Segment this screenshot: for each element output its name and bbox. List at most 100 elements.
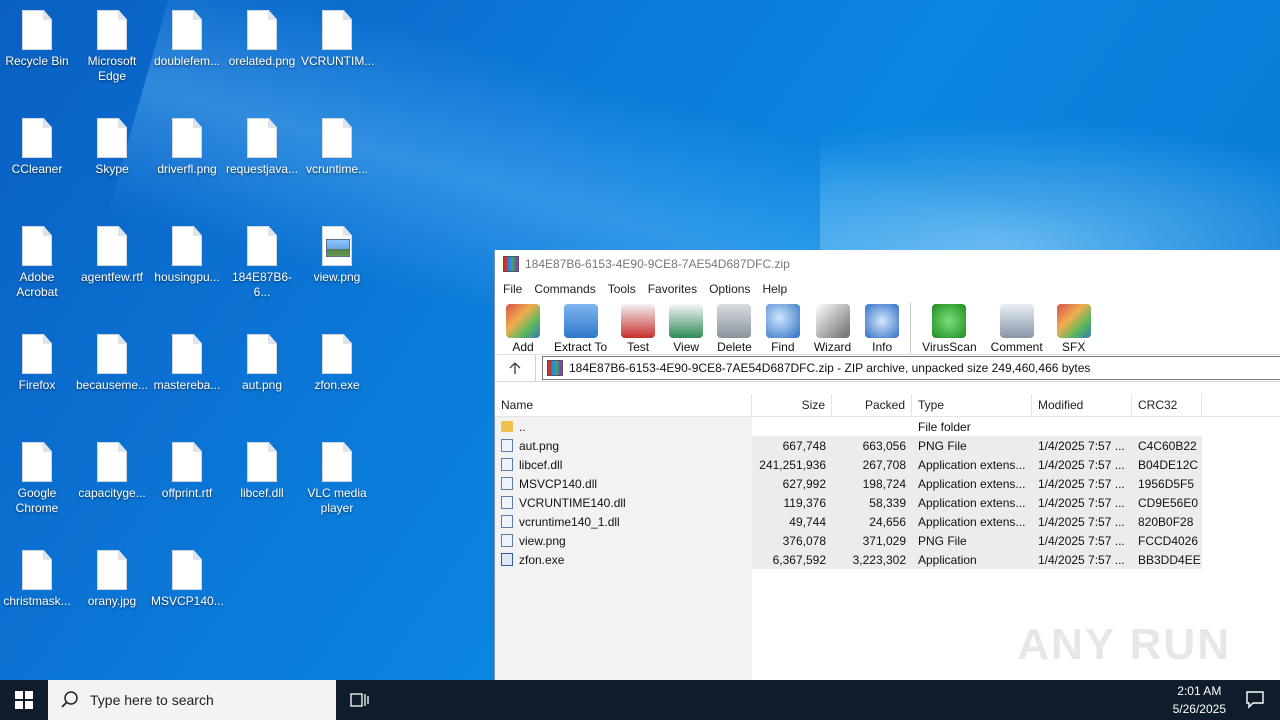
up-folder-button[interactable] [495,355,536,381]
desktop-icon-label: VLC media player [307,486,367,515]
action-center-button[interactable] [1244,688,1268,712]
menu-help[interactable]: Help [756,282,793,296]
test-button[interactable]: Test [614,300,662,354]
desktop-icon[interactable]: agentfew.rtf [76,216,148,285]
desktop-icon[interactable]: offprint.rtf [151,432,223,501]
sfx-button[interactable]: SFX [1050,300,1098,354]
desktop-icon[interactable]: VCRUNTIM... [301,0,374,69]
menu-favorites[interactable]: Favorites [642,282,703,296]
add-button[interactable]: Add [499,300,547,354]
desktop-icon[interactable]: christmask... [1,540,73,609]
cell-name: .. [495,417,752,436]
desktop-icon[interactable]: Skype [76,108,148,177]
menu-options[interactable]: Options [703,282,756,296]
cell-modified: 1/4/2025 7:57 ... [1032,474,1132,493]
cell-type: Application extens... [912,474,1032,493]
menu-commands[interactable]: Commands [528,282,601,296]
task-view-button[interactable] [336,680,384,720]
cell-modified: 1/4/2025 7:57 ... [1032,493,1132,512]
table-row[interactable]: view.png 376,078 371,029 PNG File 1/4/2025 7… [495,531,1280,550]
desktop-icon-label: driverfl.png [157,162,217,176]
desktop-icon[interactable]: libcef.dll [226,432,298,501]
view-button[interactable]: View [662,300,710,354]
desktop-icon-label: offprint.rtf [161,486,213,500]
file-icon [172,550,202,590]
column-header-name[interactable]: Name [495,394,752,416]
menu-tools[interactable]: Tools [602,282,642,296]
desktop-icon[interactable]: zfon.exe [301,324,373,393]
desktop-icon[interactable]: Firefox [1,324,73,393]
column-header-modified[interactable]: Modified [1032,394,1132,416]
desktop-icon[interactable]: MSVCP140... [151,540,224,609]
desktop-icon[interactable]: doublefem... [151,0,223,69]
desktop-icon[interactable]: orany.jpg [76,540,148,609]
cell-modified: 1/4/2025 7:57 ... [1032,436,1132,455]
cell-text: B04DE12C [1138,457,1199,472]
column-header-crc32[interactable]: CRC32 [1132,394,1202,416]
desktop-icon-label: Microsoft Edge [87,54,137,83]
desktop-icon[interactable]: orelated.png [226,0,298,69]
desktop-icon[interactable]: CCleaner [1,108,73,177]
table-row[interactable]: MSVCP140.dll 627,992 198,724 Application ex… [495,474,1280,493]
comment-button[interactable]: Comment [984,300,1050,354]
clock-time: 2:01 AM [1177,684,1222,698]
desktop-icon-label: christmask... [3,594,71,608]
table-row[interactable]: .. File folder [495,417,1280,436]
desktop-icon-label: vcruntime... [305,162,368,176]
desktop-icon[interactable]: capacityge... [76,432,148,501]
title-bar[interactable]: 184E87B6-6153-4E90-9CE8-7AE54D687DFC.zip [495,250,1280,278]
desktop-icon[interactable]: Recycle Bin [1,0,73,69]
desktop-icon[interactable]: Adobe Acrobat [1,216,73,300]
virusscan-button[interactable]: VirusScan [915,300,983,354]
wizard-icon [815,304,850,338]
desktop-icon[interactable]: Google Chrome [1,432,73,516]
cell-size: 49,744 [752,512,832,531]
cell-text: Application extens... [918,514,1026,529]
cell-text: 371,029 [862,533,906,548]
extract-to-button[interactable]: Extract To [547,300,614,354]
desktop-icon[interactable]: requestjava... [226,108,298,177]
cell-size: 376,078 [752,531,832,550]
table-row[interactable]: VCRUNTIME140.dll 119,376 58,339 Application… [495,493,1280,512]
menu-file[interactable]: File [497,282,528,296]
desktop-icon-label: mastereba... [153,378,221,392]
find-button[interactable]: Find [759,300,807,354]
desktop-icon[interactable]: vcruntime... [301,108,373,177]
delete-button[interactable]: Delete [710,300,759,354]
cell-type: Application extens... [912,512,1032,531]
file-icon [97,226,127,266]
cell-text: 1/4/2025 7:57 ... [1038,457,1125,472]
cell-text: vcruntime140_1.dll [519,514,620,529]
table-row[interactable]: aut.png 667,748 663,056 PNG File 1/4/2025 7:… [495,436,1280,455]
cell-modified: 1/4/2025 7:57 ... [1032,455,1132,474]
taskbar-search-box[interactable]: Type here to search [48,680,336,720]
start-button[interactable] [0,680,48,720]
file-rows: .. File folder aut.png 667,748 663,056 PNG Fi… [495,417,1280,569]
cell-type: Application [912,550,1032,569]
desktop-icon[interactable]: mastereba... [151,324,223,393]
desktop-icon[interactable]: view.png [301,216,373,285]
desktop-icon[interactable]: aut.png [226,324,298,393]
desktop-icon[interactable]: VLC media player [301,432,373,516]
cell-name: vcruntime140_1.dll [495,512,752,531]
address-field[interactable]: 184E87B6-6153-4E90-9CE8-7AE54D687DFC.zip… [542,356,1280,380]
toolbar-label: View [673,340,700,354]
cell-modified: 1/4/2025 7:57 ... [1032,550,1132,569]
desktop-icon[interactable]: 184E87B6-6... [226,216,298,300]
desktop-icon[interactable]: Microsoft Edge [76,0,148,84]
column-header-packed[interactable]: Packed [832,394,912,416]
table-row[interactable]: vcruntime140_1.dll 49,744 24,656 Applicatio… [495,512,1280,531]
system-clock[interactable]: 2:01 AM 5/26/2025 [1173,682,1226,718]
desktop-icon[interactable]: becauseme... [76,324,148,393]
desktop-icon[interactable]: housingpu... [151,216,223,285]
toolbar-label: Extract To [554,340,608,354]
file-icon [97,118,127,158]
table-row[interactable]: zfon.exe 6,367,592 3,223,302 Application 1/4… [495,550,1280,569]
info-button[interactable]: Info [858,300,906,354]
column-header-type[interactable]: Type [912,394,1032,416]
table-row[interactable]: libcef.dll 241,251,936 267,708 Application … [495,455,1280,474]
cell-text: 820B0F28 [1138,514,1194,529]
wizard-button[interactable]: Wizard [807,300,858,354]
column-header-size[interactable]: Size [752,394,832,416]
desktop-icon[interactable]: driverfl.png [151,108,223,177]
